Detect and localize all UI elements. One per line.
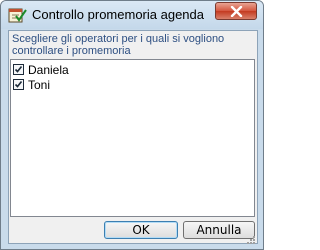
ok-button[interactable]: OK <box>104 221 178 239</box>
dialog-body: Scegliere gli operatori per i quali si v… <box>8 30 258 244</box>
checkmark-icon <box>14 66 23 73</box>
close-icon <box>230 6 243 17</box>
window-title: Controllo promemoria agenda <box>32 7 204 22</box>
title-bar[interactable]: Controllo promemoria agenda <box>1 1 263 29</box>
cancel-button[interactable]: Annulla <box>183 221 255 239</box>
resize-grip-icon[interactable] <box>246 232 256 244</box>
instructions-text: Scegliere gli operatori per i quali si v… <box>12 33 225 57</box>
list-item-label: Daniela <box>28 63 69 77</box>
checkmark-icon <box>14 81 23 88</box>
close-button[interactable] <box>215 2 257 20</box>
dialog-window: Controllo promemoria agenda Scegliere gl… <box>0 0 264 250</box>
list-item-label: Toni <box>28 78 51 92</box>
checkbox-toni[interactable] <box>13 79 24 90</box>
checkbox-daniela[interactable] <box>13 64 24 75</box>
agenda-check-icon <box>7 6 27 24</box>
operators-list[interactable]: Daniela Toni <box>10 59 255 217</box>
